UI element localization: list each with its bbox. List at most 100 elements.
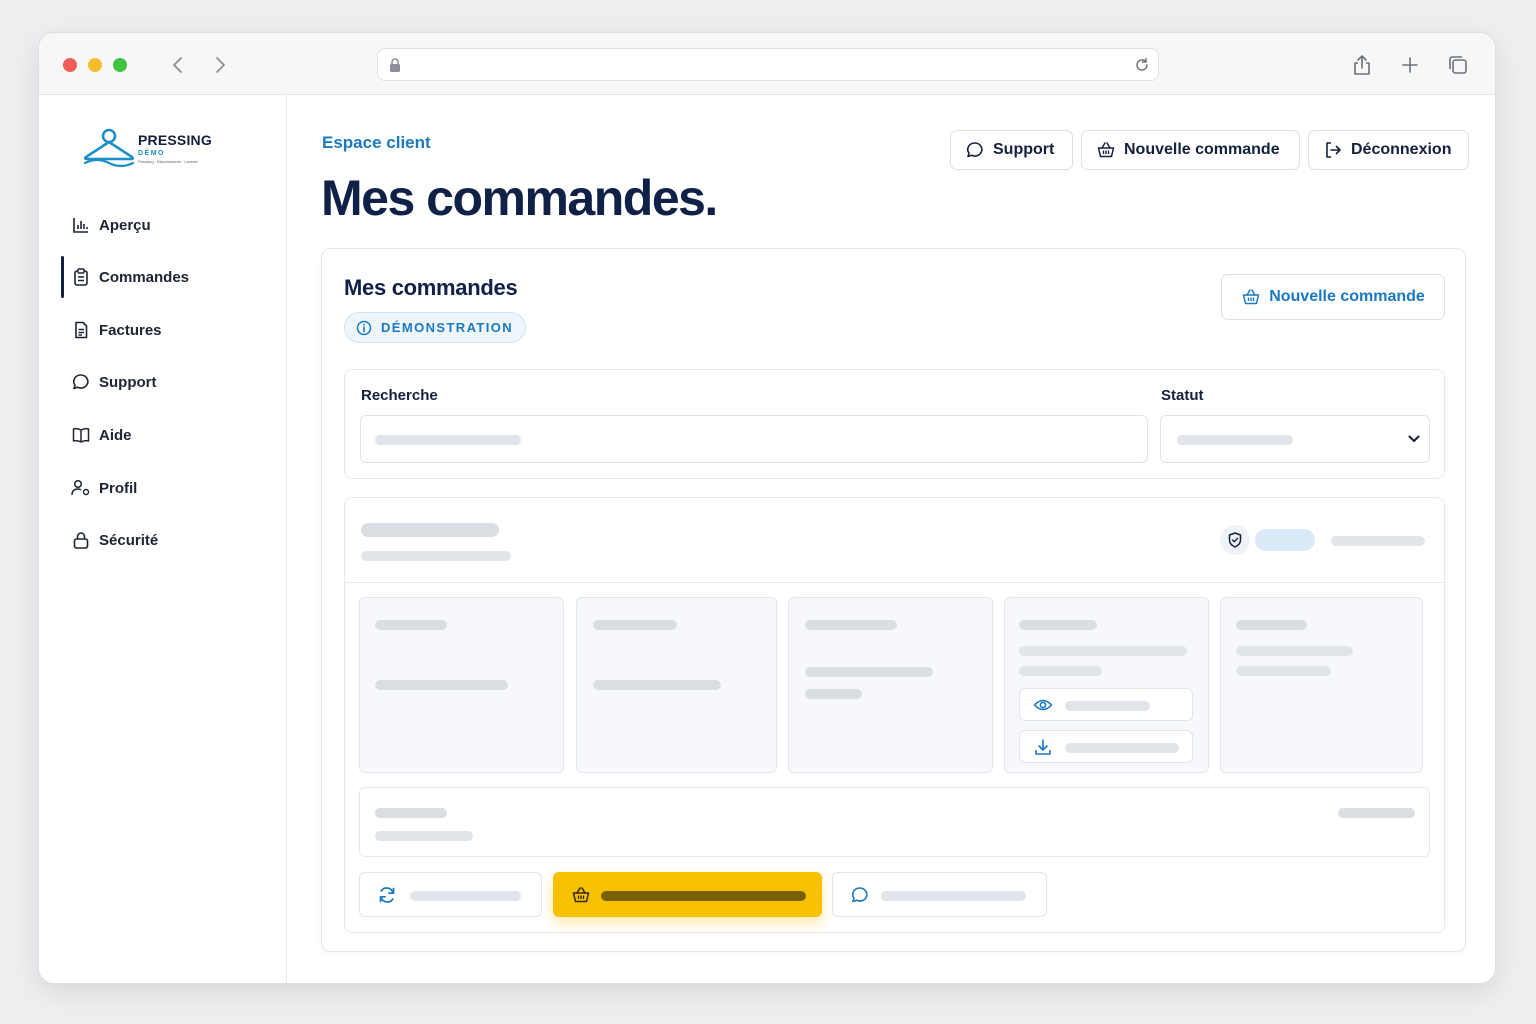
sidebar-item-support[interactable]: Support (61, 362, 271, 402)
support-button-label: Support (993, 141, 1055, 158)
tile-value-skeleton (1236, 666, 1331, 676)
new-order-header-button[interactable]: Nouvelle commande (1081, 130, 1300, 170)
button-label-skeleton (1065, 701, 1150, 711)
tile-label-skeleton (1019, 620, 1097, 630)
page-title: Mes commandes. (321, 170, 718, 226)
sidebar-item-label: Aide (99, 426, 132, 444)
order-summary (359, 787, 1430, 857)
support-button[interactable]: Support (950, 130, 1073, 170)
minimize-window-button[interactable] (88, 58, 102, 72)
status-badge-skeleton (1255, 529, 1315, 551)
order-detail-tile (576, 597, 777, 773)
tile-value-skeleton (1019, 646, 1187, 656)
chat-icon (849, 884, 871, 906)
brand-logo[interactable]: PRESSING DÉMO Pressing · Blanchisserie ·… (83, 125, 223, 173)
hanger-icon (83, 127, 135, 169)
button-label-skeleton (410, 891, 521, 901)
refresh-icon (376, 884, 398, 906)
summary-value-skeleton (375, 831, 473, 841)
status-placeholder-skeleton (1177, 435, 1293, 445)
button-label-skeleton (601, 891, 806, 901)
card-title: Mes commandes (344, 275, 518, 300)
sidebar-item-apercu[interactable]: Aperçu (61, 205, 271, 245)
tile-value-skeleton (1019, 666, 1102, 676)
info-icon (355, 319, 373, 337)
logout-button[interactable]: Déconnexion (1308, 130, 1469, 170)
basket-icon (1241, 287, 1261, 307)
new-order-card-label: Nouvelle commande (1269, 288, 1425, 305)
chevron-left-icon[interactable] (166, 53, 190, 77)
orders-card: Mes commandes DÉMONSTRATION Nouvelle com… (321, 248, 1466, 952)
brand-demo: DÉMO (138, 150, 165, 157)
tile-label-skeleton (375, 620, 447, 630)
sidebar-item-commandes[interactable]: Commandes (61, 256, 271, 298)
sidebar-item-profil[interactable]: Profil (61, 468, 271, 508)
sidebar: PRESSING DÉMO Pressing · Blanchisserie ·… (39, 95, 287, 983)
shield-icon (1220, 525, 1250, 555)
address-bar[interactable] (377, 48, 1159, 81)
lock-icon (71, 530, 91, 550)
sidebar-item-label: Commandes (99, 268, 190, 286)
sidebar-item-label: Aperçu (99, 216, 151, 234)
main-content: Espace client Mes commandes. Support Nou… (287, 95, 1495, 983)
tile-value-skeleton (593, 680, 721, 690)
order-again-primary-button[interactable] (553, 872, 822, 917)
tile-label-skeleton (593, 620, 677, 630)
book-icon (71, 425, 91, 445)
brand-tagline: Pressing · Blanchisserie · Laverie (138, 159, 198, 164)
chevron-down-icon (1407, 432, 1421, 446)
tile-label-skeleton (1236, 620, 1307, 630)
chat-icon (71, 372, 91, 392)
close-window-button[interactable] (63, 58, 77, 72)
sidebar-item-securite[interactable]: Sécurité (61, 520, 271, 560)
status-select[interactable] (1160, 415, 1430, 463)
download-document-button[interactable] (1019, 730, 1193, 763)
share-icon[interactable] (1349, 52, 1375, 78)
sidebar-item-factures[interactable]: Factures (61, 310, 271, 350)
order-subtitle-skeleton (361, 551, 511, 561)
tabs-icon[interactable] (1445, 52, 1471, 78)
tile-value-skeleton (805, 667, 933, 677)
download-icon (1032, 737, 1054, 757)
contact-support-button[interactable] (832, 872, 1047, 917)
sidebar-item-aide[interactable]: Aide (61, 415, 271, 455)
demo-badge-label: DÉMONSTRATION (381, 320, 514, 335)
button-label-skeleton (1065, 743, 1179, 753)
basket-icon (1096, 140, 1116, 160)
chevron-right-icon[interactable] (208, 53, 232, 77)
search-label: Recherche (361, 387, 438, 404)
order-title-skeleton (361, 523, 499, 537)
sidebar-item-label: Sécurité (99, 531, 159, 549)
search-placeholder-skeleton (375, 435, 521, 445)
browser-toolbar (39, 33, 1495, 95)
view-document-button[interactable] (1019, 688, 1193, 721)
reload-icon[interactable] (1132, 55, 1152, 75)
basket-icon (570, 884, 592, 906)
sidebar-item-label: Profil (99, 479, 138, 497)
order-detail-tile (1220, 597, 1423, 773)
search-input[interactable] (360, 415, 1148, 463)
document-icon (71, 320, 91, 340)
order-detail-tile (359, 597, 564, 773)
browser-window: PRESSING DÉMO Pressing · Blanchisserie ·… (38, 32, 1496, 984)
brand-name: PRESSING (138, 132, 212, 148)
tile-value-skeleton (805, 689, 862, 699)
status-label: Statut (1161, 387, 1204, 404)
plus-icon[interactable] (1397, 52, 1423, 78)
new-order-card-button[interactable]: Nouvelle commande (1221, 274, 1445, 320)
lock-icon (387, 56, 403, 74)
order-detail-tile (788, 597, 993, 773)
tile-label-skeleton (805, 620, 897, 630)
maximize-window-button[interactable] (113, 58, 127, 72)
chart-icon (71, 215, 91, 235)
page-eyebrow: Espace client (322, 133, 431, 152)
order-header (345, 498, 1444, 583)
logout-button-label: Déconnexion (1351, 141, 1452, 158)
demo-badge: DÉMONSTRATION (344, 312, 527, 343)
eye-icon (1032, 695, 1054, 715)
order-date-skeleton (1331, 536, 1425, 546)
summary-total-skeleton (1338, 808, 1415, 818)
filters-panel: Recherche Statut (344, 369, 1445, 479)
summary-label-skeleton (375, 808, 447, 818)
reorder-button[interactable] (359, 872, 542, 917)
